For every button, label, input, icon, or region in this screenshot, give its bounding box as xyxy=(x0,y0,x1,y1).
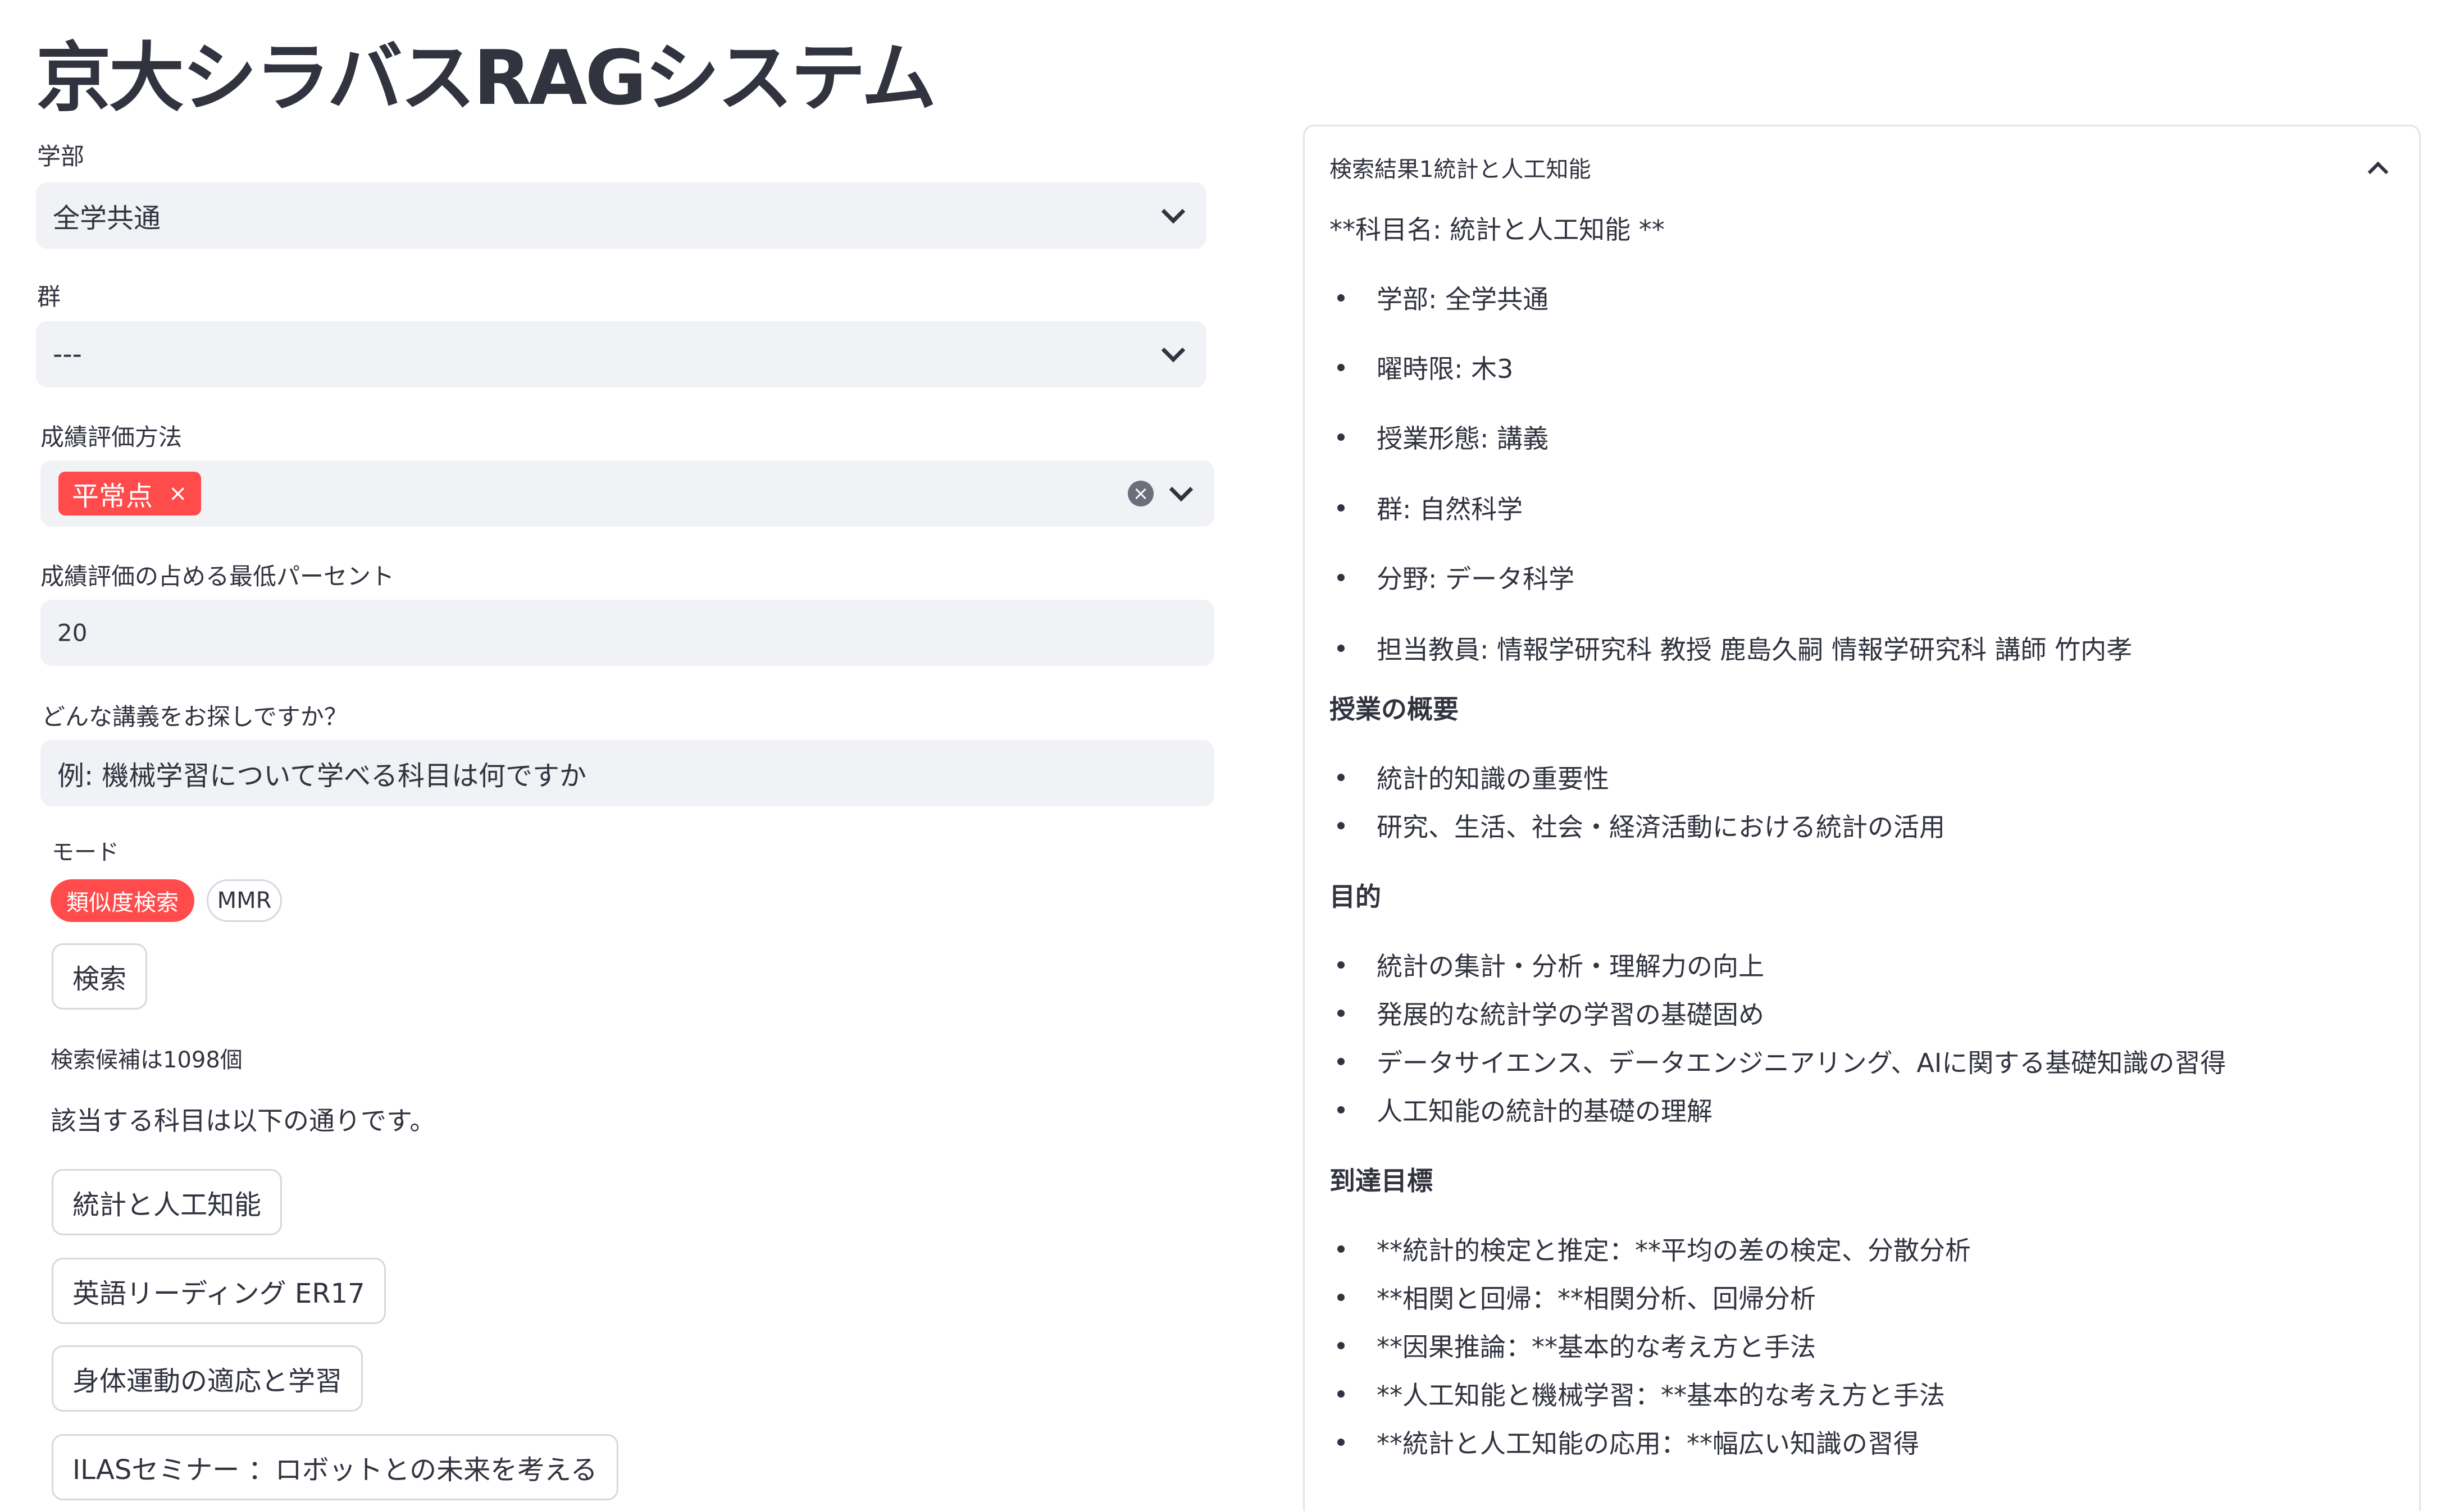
list-item-text: データサイエンス、データエンジニアリング、AIに関する基礎知識の習得 xyxy=(1377,1048,2226,1078)
list-item-text: **相関と回帰：**相関分析、回帰分析 xyxy=(1377,1284,1816,1314)
app-page: 京大シラバスRAGシステム 学部 全学共通 群 --- 成績評価方法 平常点 ×… xyxy=(0,0,2464,1511)
list-item-text: 統計的知識の重要性 xyxy=(1377,764,1609,794)
bullet-icon xyxy=(1337,364,1345,371)
chevron-down-icon xyxy=(1161,199,1186,224)
group-label: 群 xyxy=(37,283,61,311)
list-item-text: 人工知能の統計的基礎の理解 xyxy=(1377,1096,1712,1126)
query-placeholder: 例: 機械学習について学べる科目は何ですか xyxy=(57,760,586,792)
list-item-text: 曜時限: 木3 xyxy=(1377,354,1514,384)
tag-label: 平常点 xyxy=(72,481,153,512)
group-select[interactable]: --- xyxy=(36,321,1206,387)
mode-label: モード xyxy=(52,839,119,865)
min-percent-value: 20 xyxy=(57,619,88,647)
list-item-text: **因果推論：**基本的な考え方と手法 xyxy=(1377,1332,1816,1362)
eval-method-multiselect[interactable]: 平常点 × × xyxy=(40,460,1214,527)
query-label: どんな講義をお探しですか？ xyxy=(42,703,348,731)
min-percent-input[interactable]: 20 xyxy=(40,600,1214,666)
bullet-icon xyxy=(1337,774,1345,781)
bullet-icon xyxy=(1337,504,1345,512)
min-percent-label: 成績評価の占める最低パーセント xyxy=(40,563,395,590)
course-button-4[interactable]: ILASセミナー ：ロボットとの未来を考える xyxy=(52,1434,618,1500)
eval-method-label: 成績評価方法 xyxy=(40,423,183,451)
list-item-text: 授業形態: 講義 xyxy=(1377,423,1549,454)
bullet-icon xyxy=(1337,1058,1345,1065)
list-item-text: 分野: データ科学 xyxy=(1377,564,1575,594)
bullet-icon xyxy=(1337,822,1345,829)
list-item-text: **統計と人工知能の応用：**幅広い知識の習得 xyxy=(1377,1428,1919,1459)
candidate-count: 検索候補は1098個 xyxy=(51,1047,243,1073)
chevron-down-icon xyxy=(1161,338,1186,363)
bullet-icon xyxy=(1337,1390,1345,1398)
bullet-icon xyxy=(1337,433,1345,441)
mode-option-similarity[interactable]: 類似度検索 xyxy=(51,879,194,922)
overview-heading: 授業の概要 xyxy=(1329,694,1459,724)
course-name: **科目名: 統計と人工知能 ** xyxy=(1329,214,1665,245)
chevron-down-icon[interactable] xyxy=(1169,477,1194,502)
course-button-1[interactable]: 統計と人工知能 xyxy=(52,1169,283,1235)
eval-method-tag: 平常点 × xyxy=(58,472,201,515)
close-icon[interactable]: × xyxy=(168,482,188,505)
bullet-icon xyxy=(1337,1439,1345,1446)
faculty-select[interactable]: 全学共通 xyxy=(36,182,1206,249)
faculty-label: 学部 xyxy=(37,143,85,170)
bullet-icon xyxy=(1337,645,1345,652)
bullet-icon xyxy=(1337,1245,1345,1253)
list-item-text: 担当教員: 情報学研究科 教授 鹿島久嗣 情報学研究科 講師 竹内孝 xyxy=(1377,634,2133,665)
course-button-3[interactable]: 身体運動の適応と学習 xyxy=(52,1345,363,1412)
clear-icon[interactable]: × xyxy=(1128,481,1154,506)
bullet-icon xyxy=(1337,1106,1345,1113)
result-expander: 検索結果1統計と人工知能 **科目名: 統計と人工知能 ** 学部: 全学共通 … xyxy=(1303,125,2421,1511)
query-input[interactable]: 例: 機械学習について学べる科目は何ですか xyxy=(40,740,1214,806)
list-item-text: 研究、生活、社会・経済活動における統計の活用 xyxy=(1377,812,1945,842)
bullet-icon xyxy=(1337,1342,1345,1349)
bullet-icon xyxy=(1337,1294,1345,1301)
list-item-text: 統計の集計・分析・理解力の向上 xyxy=(1377,951,1764,982)
search-button[interactable]: 検索 xyxy=(52,943,148,1010)
list-item-text: 学部: 全学共通 xyxy=(1377,284,1549,314)
expander-header[interactable]: 検索結果1統計と人工知能 xyxy=(1329,151,1591,184)
mode-option-mmr[interactable]: MMR xyxy=(207,879,282,922)
page-title: 京大シラバスRAGシステム xyxy=(36,34,937,122)
list-item-text: **人工知能と機械学習：**基本的な考え方と手法 xyxy=(1377,1380,1945,1410)
list-item-text: 群: 自然科学 xyxy=(1377,494,1523,524)
bullet-icon xyxy=(1337,1010,1345,1017)
purpose-heading: 目的 xyxy=(1329,882,1381,912)
results-intro: 該当する科目は以下の通りです。 xyxy=(51,1106,436,1136)
group-value: --- xyxy=(53,339,82,370)
course-button-2[interactable]: 英語リーディング ER17 xyxy=(52,1258,386,1324)
bullet-icon xyxy=(1337,961,1345,969)
list-item-text: 発展的な統計学の学習の基礎固め xyxy=(1377,999,1764,1030)
goals-heading: 到達目標 xyxy=(1329,1166,1433,1196)
list-item-text: **統計的検定と推定：**平均の差の検定、分散分析 xyxy=(1377,1235,1971,1266)
bullet-icon xyxy=(1337,574,1345,581)
faculty-value: 全学共通 xyxy=(53,203,161,234)
bullet-icon xyxy=(1337,294,1345,302)
chevron-up-icon[interactable] xyxy=(2367,161,2389,182)
